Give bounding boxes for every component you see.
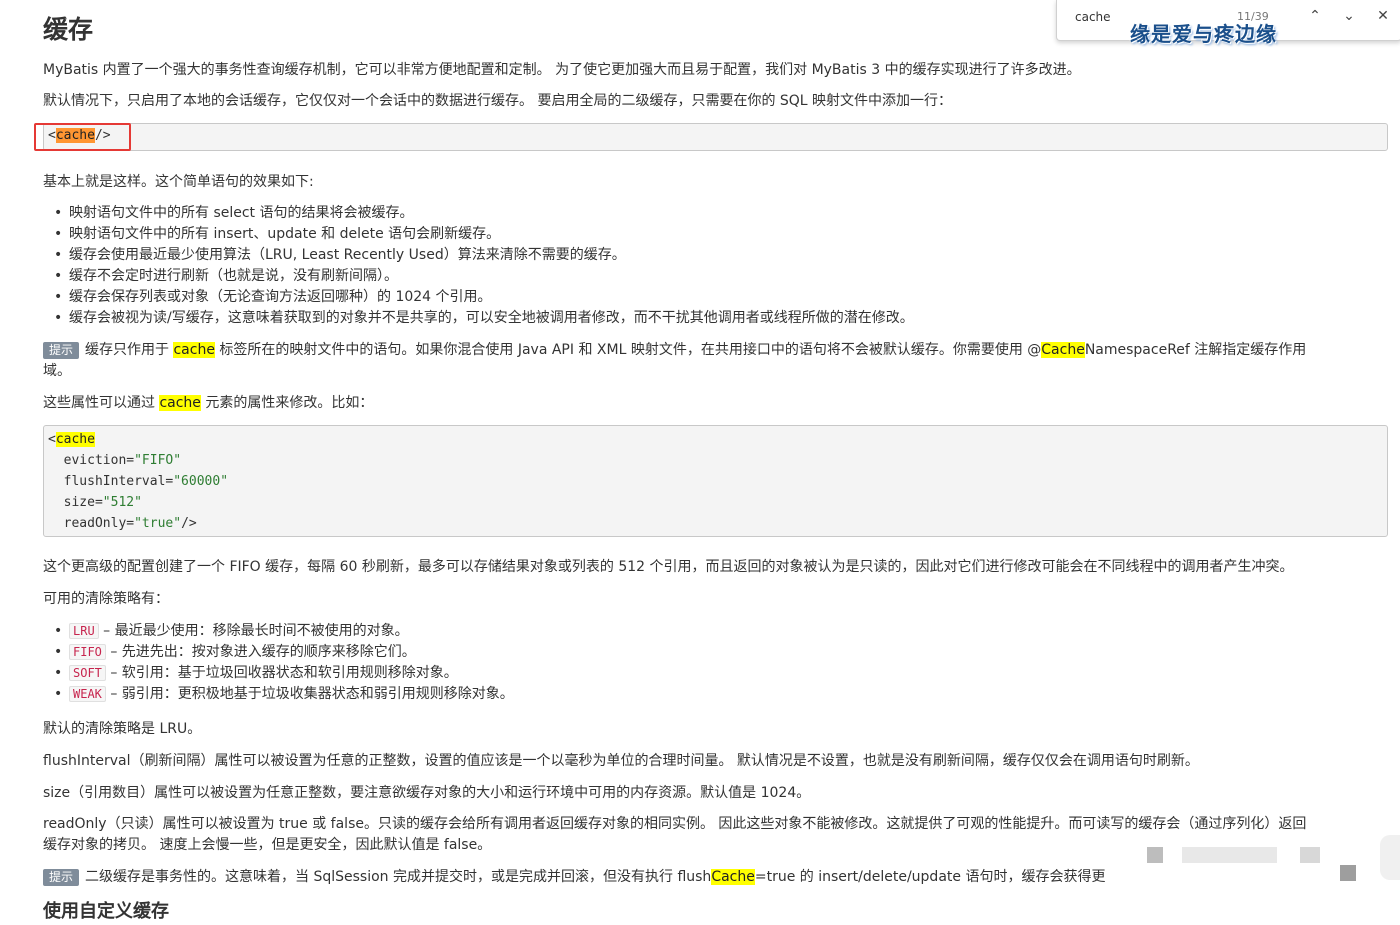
search-match: cache bbox=[159, 395, 201, 411]
inline-code: SOFT bbox=[69, 665, 106, 681]
code-bracket: < bbox=[48, 432, 56, 447]
list-item: LRU – 最近最少使用：移除最长时间不被使用的对象。 bbox=[52, 621, 514, 642]
advanced-paragraph: 这个更高级的配置创建了一个 FIFO 缓存，每隔 60 秒刷新，最多可以存储结果… bbox=[43, 559, 1294, 575]
brand-watermark: 缘是爱与疼边缘 bbox=[1130, 22, 1277, 46]
default-policy-paragraph: 默认的清除策略是 LRU。 bbox=[43, 721, 202, 737]
tip-paragraph-1-line2: 域。 bbox=[43, 363, 71, 379]
code-block-cache: <cache/> bbox=[43, 123, 1388, 151]
tip-text: 二级缓存是事务性的。这意味着，当 SqlSession 完成并提交时，或是完成并… bbox=[85, 869, 712, 885]
tip-text: =true 的 insert/delete/update 语句时，缓存会获得更 bbox=[754, 869, 1106, 885]
tip-text: 标签所在的映射文件中的语句。如果你混合使用 Java API 和 XML 映射文… bbox=[214, 342, 1042, 358]
list-item: FIFO – 先进先出：按对象进入缓存的顺序来移除它们。 bbox=[52, 642, 514, 663]
code-attr: eviction= bbox=[48, 453, 135, 468]
mosaic-block bbox=[1300, 847, 1320, 863]
find-close-button[interactable]: ✕ bbox=[1373, 6, 1393, 26]
policies-list: LRU – 最近最少使用：移除最长时间不被使用的对象。 FIFO – 先进先出：… bbox=[52, 621, 514, 705]
modify-text: 元素的属性来修改。比如： bbox=[200, 395, 374, 411]
code-block-cache-config: <cache eviction="FIFO" flushInterval="60… bbox=[43, 425, 1388, 537]
code-line: eviction="FIFO" bbox=[48, 450, 181, 471]
tip-text: NamespaceRef 注解指定缓存作用 bbox=[1084, 342, 1307, 358]
inline-code: LRU bbox=[69, 623, 99, 639]
code-line: <cache bbox=[48, 429, 95, 450]
search-match: Cache bbox=[1041, 342, 1085, 358]
mosaic-block bbox=[1147, 847, 1163, 863]
list-item: 映射语句文件中的所有 insert、update 和 delete 语句会刷新缓… bbox=[52, 224, 914, 245]
list-item: SOFT – 软引用：基于垃圾回收器状态和软引用规则移除对象。 bbox=[52, 663, 514, 684]
code-string: "true" bbox=[134, 516, 182, 531]
mosaic-block bbox=[1380, 835, 1400, 880]
code-string: "FIFO" bbox=[134, 453, 182, 468]
mosaic-block bbox=[1182, 847, 1277, 863]
search-match: cache bbox=[173, 342, 215, 358]
policy-text: – 软引用：基于垃圾回收器状态和软引用规则移除对象。 bbox=[105, 665, 458, 681]
flush-paragraph: flushInterval（刷新间隔）属性可以被设置为任意的正整数，设置的值应该… bbox=[43, 753, 1199, 769]
size-paragraph: size（引用数目）属性可以被设置为任意正整数，要注意欲缓存对象的大小和运行环境… bbox=[43, 785, 811, 801]
policies-title: 可用的清除策略有： bbox=[43, 591, 169, 607]
tip-badge: 提示 bbox=[43, 342, 80, 359]
list-item: WEAK – 弱引用：更积极地基于垃圾收集器状态和弱引用规则移除对象。 bbox=[52, 684, 514, 705]
policy-text: – 最近最少使用：移除最长时间不被使用的对象。 bbox=[98, 623, 409, 639]
code-string: "512" bbox=[102, 495, 142, 510]
page-title: 缓存 bbox=[43, 15, 94, 44]
find-prev-button[interactable]: ⌃ bbox=[1305, 6, 1325, 26]
readonly-paragraph: readOnly（只读）属性可以被设置为 true 或 false。只读的缓存会… bbox=[43, 816, 1307, 832]
inline-code: FIFO bbox=[69, 644, 106, 660]
list-item: 缓存会被视为读/写缓存，这意味着获取到的对象并不是共享的，可以安全地被调用者修改… bbox=[52, 308, 914, 329]
list-item: 缓存不会定时进行刷新（也就是说，没有刷新间隔）。 bbox=[52, 266, 914, 287]
code-line: readOnly="true"/> bbox=[48, 513, 197, 534]
section-heading: 使用自定义缓存 bbox=[43, 901, 169, 922]
modify-paragraph: 这些属性可以通过 cache 元素的属性来修改。比如： bbox=[43, 393, 373, 413]
policy-text: – 先进先出：按对象进入缓存的顺序来移除它们。 bbox=[105, 644, 416, 660]
mosaic-block bbox=[1340, 865, 1356, 881]
search-match: cache bbox=[55, 432, 95, 447]
tip-text: 缓存只作用于 bbox=[85, 342, 174, 358]
tip-badge: 提示 bbox=[43, 869, 80, 886]
tip-paragraph-2: 提示 二级缓存是事务性的。这意味着，当 SqlSession 完成并提交时，或是完… bbox=[43, 867, 1105, 887]
modify-text: 这些属性可以通过 bbox=[43, 395, 160, 411]
tip-paragraph-1: 提示 缓存只作用于 cache 标签所在的映射文件中的语句。如果你混合使用 Jav… bbox=[43, 340, 1306, 360]
find-next-button[interactable]: ⌄ bbox=[1339, 6, 1359, 26]
code-string: "60000" bbox=[173, 474, 229, 489]
inline-code: WEAK bbox=[69, 686, 106, 702]
code-line: flushInterval="60000" bbox=[48, 471, 228, 492]
basic-paragraph: 基本上就是这样。这个简单语句的效果如下: bbox=[43, 174, 314, 190]
code-line: size="512" bbox=[48, 492, 142, 513]
policy-text: – 弱引用：更积极地基于垃圾收集器状态和弱引用规则移除对象。 bbox=[105, 686, 514, 702]
readonly-paragraph-line2: 缓存对象的拷贝。 速度上会慢一些，但是更安全，因此默认值是 false。 bbox=[43, 837, 492, 853]
list-item: 缓存会保存列表或对象（无论查询方法返回哪种）的 1024 个引用。 bbox=[52, 287, 914, 308]
code-attr: readOnly= bbox=[48, 516, 135, 531]
red-annotation-box bbox=[34, 123, 131, 151]
code-bracket: /> bbox=[181, 516, 197, 531]
search-match: Cache bbox=[711, 869, 755, 885]
list-item: 映射语句文件中的所有 select 语句的结果将会被缓存。 bbox=[52, 203, 914, 224]
list-item: 缓存会使用最近最少使用算法（LRU, Least Recently Used）算… bbox=[52, 245, 914, 266]
intro-paragraph-2: 默认情况下，只启用了本地的会话缓存，它仅仅对一个会话中的数据进行缓存。 要启用全… bbox=[43, 93, 953, 109]
effects-list: 映射语句文件中的所有 select 语句的结果将会被缓存。 映射语句文件中的所有… bbox=[52, 203, 914, 329]
code-attr: flushInterval= bbox=[48, 474, 174, 489]
intro-paragraph-1: MyBatis 内置了一个强大的事务性查询缓存机制，它可以非常方便地配置和定制。… bbox=[43, 62, 1081, 78]
document-page: 缓存 MyBatis 内置了一个强大的事务性查询缓存机制，它可以非常方便地配置和… bbox=[0, 0, 1400, 925]
code-attr: size= bbox=[48, 495, 103, 510]
